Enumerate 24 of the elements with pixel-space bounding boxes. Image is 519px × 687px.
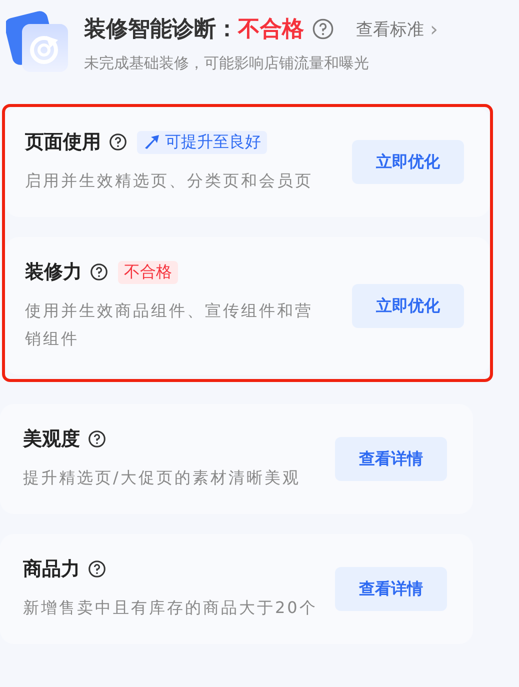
target-app-icon xyxy=(6,10,68,72)
view-standard-link[interactable]: 查看标准 › xyxy=(356,17,438,41)
action-button[interactable]: 查看详情 xyxy=(335,437,447,481)
check-title: 商品力 xyxy=(23,557,80,582)
action-button[interactable]: 查看详情 xyxy=(335,567,447,611)
check-title: 页面使用 xyxy=(25,130,101,155)
check-title: 美观度 xyxy=(23,427,80,452)
help-icon[interactable] xyxy=(88,430,106,448)
action-button[interactable]: 立即优化 xyxy=(352,284,464,328)
check-description: 提升精选页/大促页的素材清晰美观 xyxy=(23,467,302,489)
help-icon[interactable] xyxy=(90,263,108,281)
help-icon[interactable] xyxy=(109,133,127,151)
check-description: 使用并生效商品组件、宣传组件和营销组件 xyxy=(25,300,314,350)
check-description: 启用并生效精选页、分类页和会员页 xyxy=(25,170,314,192)
diagnosis-subtitle: 未完成基础装修，可能影响店铺流量和曝光 xyxy=(84,54,370,73)
status-tag: 可提升至良好 xyxy=(137,130,267,154)
check-title: 装修力 xyxy=(25,260,82,285)
check-description: 新增售卖中且有库存的商品大于20个 xyxy=(23,597,318,619)
action-button[interactable]: 立即优化 xyxy=(352,140,464,184)
help-icon[interactable] xyxy=(88,560,106,578)
diagnosis-title: 装修智能诊断： xyxy=(84,16,238,44)
status-tag: 不合格 xyxy=(118,260,178,284)
diagnosis-status: 不合格 xyxy=(238,16,304,44)
upward-arrow-icon xyxy=(143,134,161,150)
